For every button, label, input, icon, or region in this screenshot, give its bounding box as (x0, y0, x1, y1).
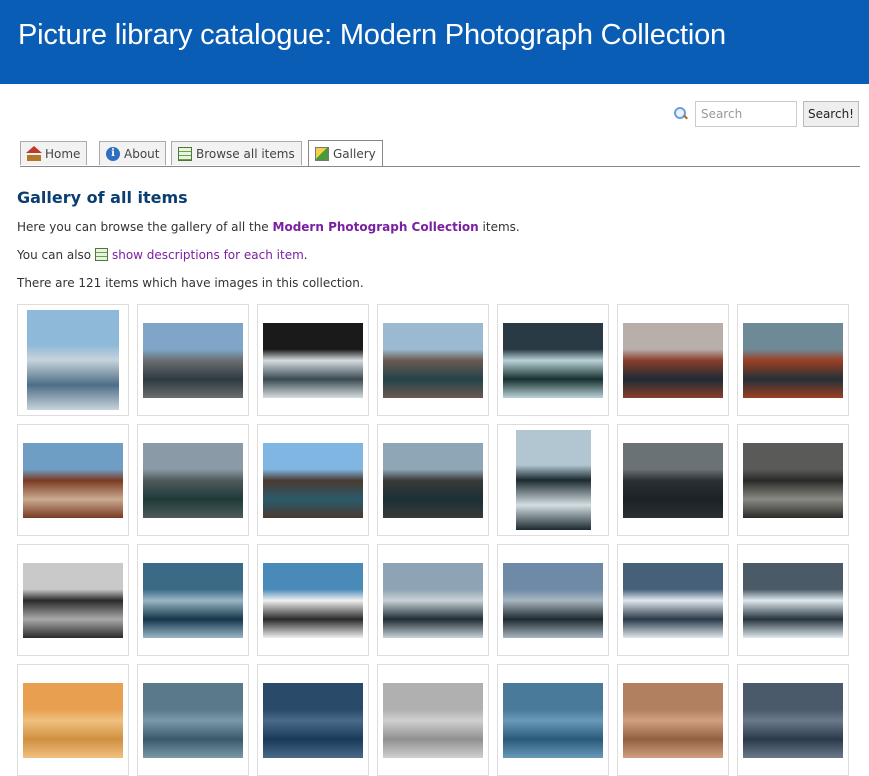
gallery-thumbnail[interactable] (737, 424, 849, 536)
thumbnail-image (515, 430, 591, 530)
home-icon (26, 145, 42, 161)
thumbnail-image (383, 442, 483, 518)
gallery-thumbnail[interactable] (17, 544, 129, 656)
thumbnail-image (23, 682, 123, 758)
thumbnail-image (143, 682, 243, 758)
thumbnail-image (143, 322, 243, 398)
thumbnail-image (503, 562, 603, 638)
thumbnail-image (143, 562, 243, 638)
gallery-thumbnail[interactable] (497, 544, 609, 656)
gallery-thumbnail[interactable] (737, 664, 849, 776)
item-count-text: There are 121 items which have images in… (17, 276, 364, 290)
gallery-thumbnail[interactable] (257, 664, 369, 776)
gallery-thumbnail[interactable] (737, 544, 849, 656)
thumbnail-image (23, 562, 123, 638)
gallery-thumbnail[interactable] (137, 664, 249, 776)
site-banner: Picture library catalogue: Modern Photog… (0, 0, 869, 84)
thumbnail-image (623, 562, 723, 638)
thumbnail-image (743, 322, 843, 398)
descriptions-text: You can also show descriptions for each … (17, 248, 308, 262)
info-icon: i (106, 146, 120, 161)
browse-icon (178, 146, 192, 161)
tab-label: About (124, 146, 160, 161)
thumbnail-image (263, 442, 363, 518)
gallery-thumbnail[interactable] (377, 664, 489, 776)
gallery-thumbnail[interactable] (617, 304, 729, 416)
thumbnail-image (623, 442, 723, 518)
gallery-thumbnail[interactable] (617, 544, 729, 656)
tab-gallery[interactable]: Gallery (308, 140, 383, 166)
intro-text: Here you can browse the gallery of all t… (17, 220, 520, 234)
tab-about[interactable]: i About (99, 141, 167, 165)
gallery-thumbnail[interactable] (137, 544, 249, 656)
descriptions-icon[interactable] (94, 248, 108, 261)
thumbnail-image (503, 322, 603, 398)
gallery-thumbnail[interactable] (497, 304, 609, 416)
tab-label: Home (45, 146, 81, 161)
thumbnail-image (383, 682, 483, 758)
gallery-thumbnail[interactable] (617, 664, 729, 776)
thumbnail-image (383, 562, 483, 638)
thumbnail-image (503, 682, 603, 758)
thumbnail-image (27, 310, 119, 410)
tab-home[interactable]: Home (20, 141, 88, 165)
tab-label: Browse all items (196, 146, 295, 161)
page-heading: Gallery of all items (17, 188, 188, 207)
gallery-thumbnail[interactable] (17, 664, 129, 776)
gallery-thumbnail[interactable] (497, 664, 609, 776)
site-title: Picture library catalogue: Modern Photog… (18, 19, 726, 51)
thumbnail-image (383, 322, 483, 398)
gallery-thumbnail[interactable] (137, 304, 249, 416)
gallery-thumbnail[interactable] (17, 304, 129, 416)
gallery-thumbnail[interactable] (377, 544, 489, 656)
search-icon (673, 106, 689, 122)
gallery-thumbnail[interactable] (137, 424, 249, 536)
gallery-thumbnail[interactable] (377, 424, 489, 536)
gallery-thumbnail[interactable] (497, 424, 609, 536)
gallery-thumbnail[interactable] (377, 304, 489, 416)
thumbnail-image (263, 322, 363, 398)
thumbnail-image (263, 682, 363, 758)
tab-browse-all-items[interactable]: Browse all items (171, 141, 302, 165)
gallery-icon (315, 146, 329, 161)
thumbnail-image (263, 562, 363, 638)
search-bar: Search! (673, 101, 859, 127)
tab-bar: Home i About Browse all items Gallery (20, 140, 860, 167)
gallery-thumbnail[interactable] (257, 544, 369, 656)
thumbnail-image (23, 442, 123, 518)
thumbnail-image (743, 682, 843, 758)
show-descriptions-link[interactable]: show descriptions for each item (112, 248, 304, 262)
gallery-thumbnail[interactable] (257, 304, 369, 416)
thumbnail-image (743, 562, 843, 638)
thumbnail-image (743, 442, 843, 518)
gallery-thumbnail[interactable] (17, 424, 129, 536)
gallery-thumbnail[interactable] (617, 424, 729, 536)
search-button[interactable]: Search! (802, 101, 859, 127)
thumbnail-image (143, 442, 243, 518)
thumbnail-image (623, 682, 723, 758)
gallery-thumbnail[interactable] (737, 304, 849, 416)
gallery-thumbnail[interactable] (257, 424, 369, 536)
main-content: Gallery of all items Here you can browse… (17, 188, 857, 303)
tab-label: Gallery (333, 146, 376, 161)
collection-link[interactable]: Modern Photograph Collection (273, 220, 479, 234)
thumbnail-image (623, 322, 723, 398)
search-input[interactable] (694, 101, 797, 127)
